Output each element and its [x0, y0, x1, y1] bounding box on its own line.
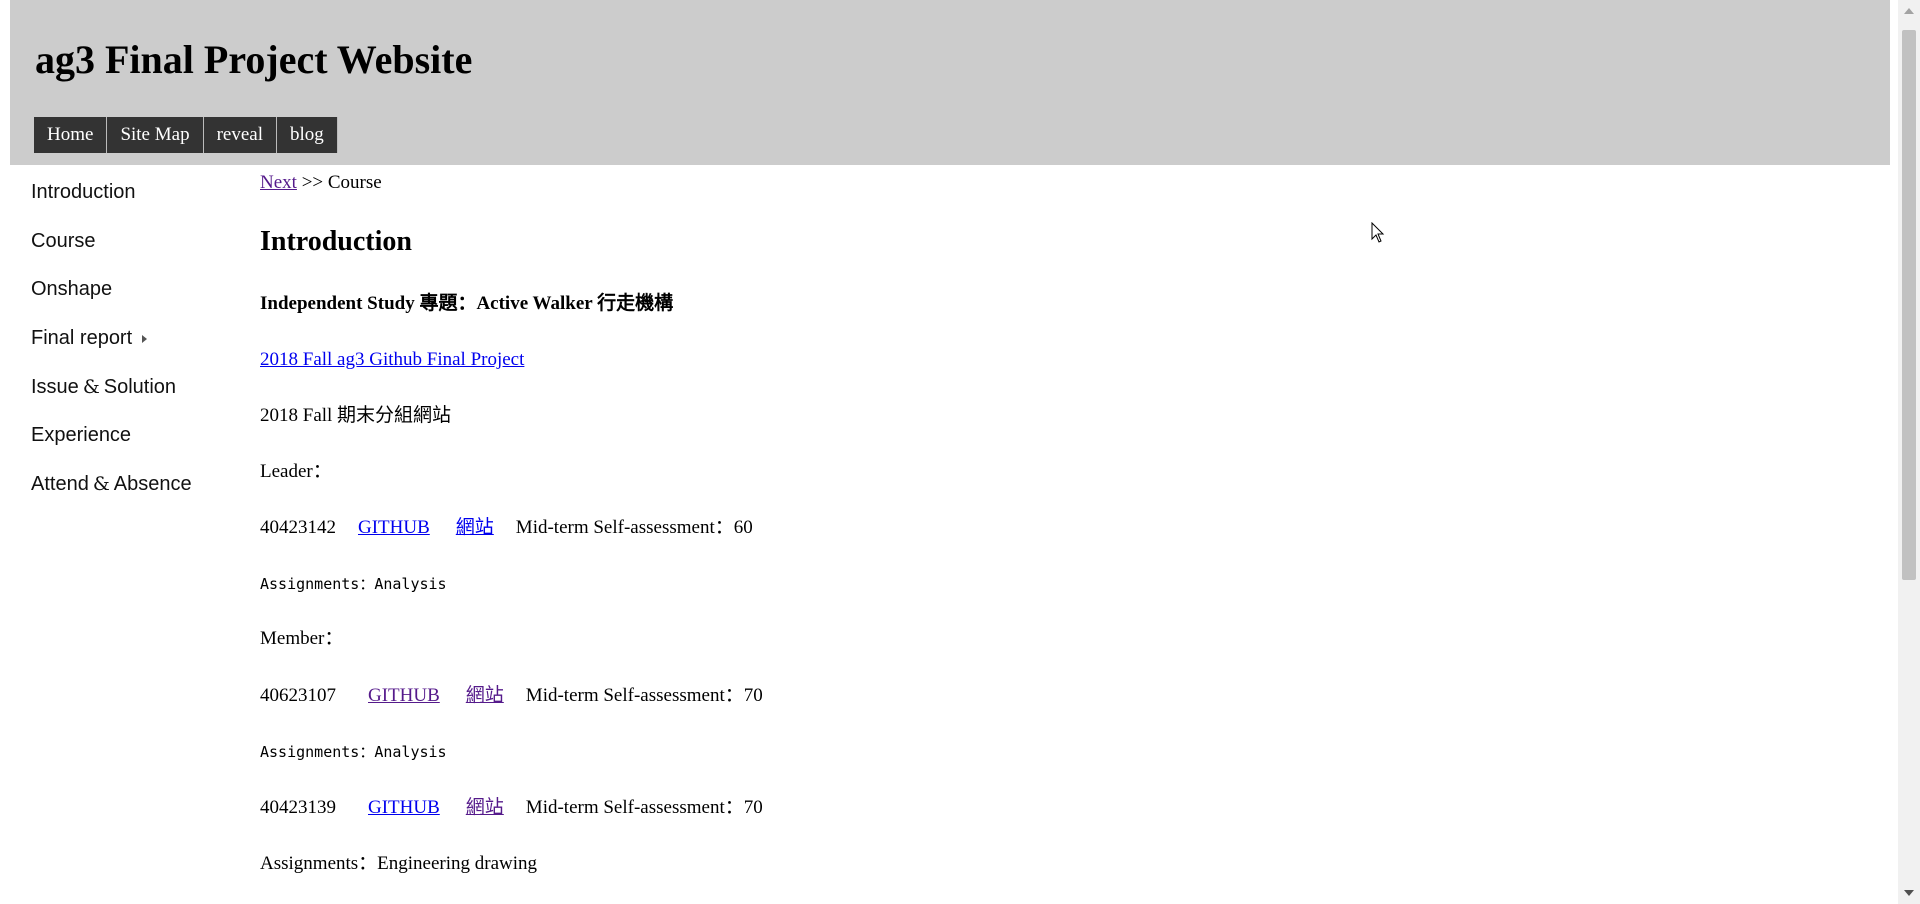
member-assignments: Assignments：Analysis	[260, 743, 447, 761]
sidebar-item-attend-absence[interactable]: Attend & Absence	[31, 468, 241, 517]
breadcrumb: Next >> Course	[260, 172, 382, 195]
github-project-link[interactable]: 2018 Fall ag3 Github Final Project	[260, 349, 524, 370]
sidebar-item-label: Final report	[31, 327, 133, 350]
nav-site-map[interactable]: Site Map	[107, 117, 204, 153]
top-nav: Home Site Map reveal blog	[34, 117, 338, 153]
ampersand: &	[92, 473, 110, 496]
member-label: Member：	[260, 628, 344, 649]
caret-right-icon	[142, 334, 148, 343]
site-title: ag3 Final Project Website	[35, 37, 473, 82]
breadcrumb-separator: >>	[301, 172, 324, 193]
sidebar-item-label: Issue	[31, 375, 79, 398]
nav-home[interactable]: Home	[34, 117, 108, 153]
sidebar-item-label: Attend	[31, 473, 89, 496]
next-link[interactable]: Next	[260, 172, 297, 193]
member-row: 40623107 GITHUB 網站 Mid-term Self-assessment…	[260, 685, 763, 708]
member-assignments: Assignments：Engineering drawing	[260, 853, 538, 874]
sidebar-item-onshape[interactable]: Onshape	[31, 273, 241, 322]
page: ag3 Final Project Website Home Site Map …	[0, 0, 1898, 904]
subheading: Independent Study 專題：Active Walker 行走機構	[260, 293, 674, 314]
github-link[interactable]: GITHUB	[368, 685, 440, 706]
assessment-score: Mid-term Self-assessment：70	[525, 685, 763, 706]
scroll-up-icon[interactable]	[1904, 8, 1914, 14]
student-id: 40623107	[260, 685, 336, 706]
sidebar-item-label: Onshape	[31, 278, 113, 301]
scrollbar-thumb[interactable]	[1902, 30, 1916, 580]
sidebar-item-label: Experience	[31, 424, 132, 447]
sidebar-item-label: Solution	[103, 375, 177, 398]
github-link[interactable]: GITHUB	[368, 797, 440, 818]
github-link[interactable]: GITHUB	[358, 517, 430, 538]
leader-label: Leader：	[260, 461, 332, 482]
sidebar-item-label: Absence	[113, 473, 192, 496]
nav-reveal[interactable]: reveal	[203, 117, 277, 153]
website-link[interactable]: 網站	[456, 517, 494, 538]
project-link-row: 2018 Fall ag3 Github Final Project	[260, 349, 524, 372]
page-heading: Introduction	[260, 226, 412, 257]
vertical-scrollbar[interactable]	[1898, 0, 1920, 904]
sidebar-item-label: Course	[31, 229, 96, 252]
sidebar-item-label: Introduction	[31, 181, 136, 203]
assessment-score: Mid-term Self-assessment：70	[525, 797, 763, 818]
sidebar-item-introduction[interactable]: Introduction	[31, 176, 241, 225]
sidebar-item-experience[interactable]: Experience	[31, 419, 241, 468]
website-link[interactable]: 網站	[466, 685, 504, 706]
member-row: 40423139 GITHUB 網站 Mid-term Self-assessment…	[260, 797, 763, 820]
site-header: ag3 Final Project Website Home Site Map …	[10, 0, 1890, 165]
assessment-score: Mid-term Self-assessment：60	[515, 517, 753, 538]
sidebar-item-course[interactable]: Course	[31, 225, 241, 274]
ampersand: &	[82, 375, 100, 398]
site-description: 2018 Fall 期末分組網站	[260, 405, 452, 426]
leader-row: 40423142 GITHUB 網站 Mid-term Self-assessment…	[260, 517, 753, 540]
website-link[interactable]: 網站	[466, 797, 504, 818]
mouse-cursor-icon	[1371, 222, 1385, 243]
sidebar-menu: Introduction Course Onshape Final report…	[31, 176, 241, 517]
student-id: 40423142	[260, 517, 336, 538]
sidebar-item-final-report[interactable]: Final report	[31, 322, 241, 371]
leader-assignments: Assignments：Analysis	[260, 575, 447, 593]
nav-blog[interactable]: blog	[276, 117, 338, 153]
scroll-down-icon[interactable]	[1904, 890, 1914, 896]
student-id: 40423139	[260, 797, 336, 818]
breadcrumb-current: Course	[327, 172, 382, 193]
sidebar-item-issue-solution[interactable]: Issue & Solution	[31, 371, 241, 420]
